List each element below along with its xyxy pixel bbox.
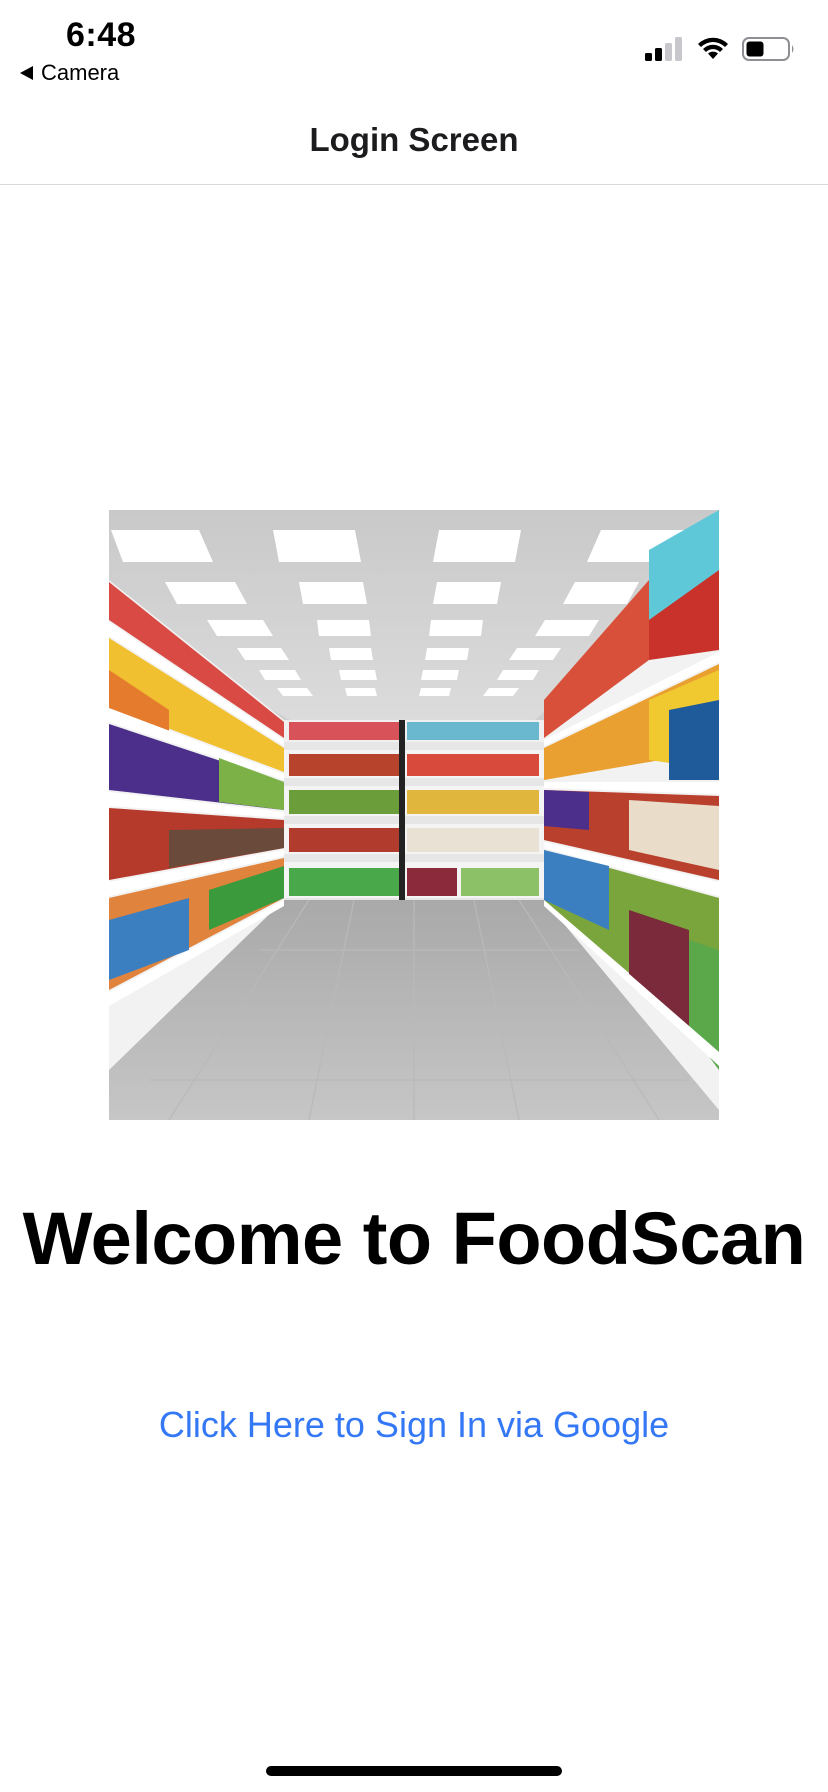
google-signin-link[interactable]: Click Here to Sign In via Google [0,1404,828,1446]
nav-title: Login Screen [309,121,519,158]
supermarket-aisle-image [109,510,719,1120]
home-indicator[interactable] [266,1766,562,1776]
status-icons [644,36,796,62]
navigation-bar: Login Screen [0,96,828,185]
back-triangle-icon [20,66,33,80]
status-bar: 6:48 Camera [0,0,828,96]
wifi-icon [698,37,728,59]
cellular-signal-icon [645,37,682,61]
back-to-camera-button[interactable]: Camera [20,60,119,86]
battery-icon [742,37,794,61]
welcome-heading: Welcome to FoodScan [22,1197,806,1280]
status-time: 6:48 [66,16,137,54]
back-to-app-label: Camera [41,60,120,85]
